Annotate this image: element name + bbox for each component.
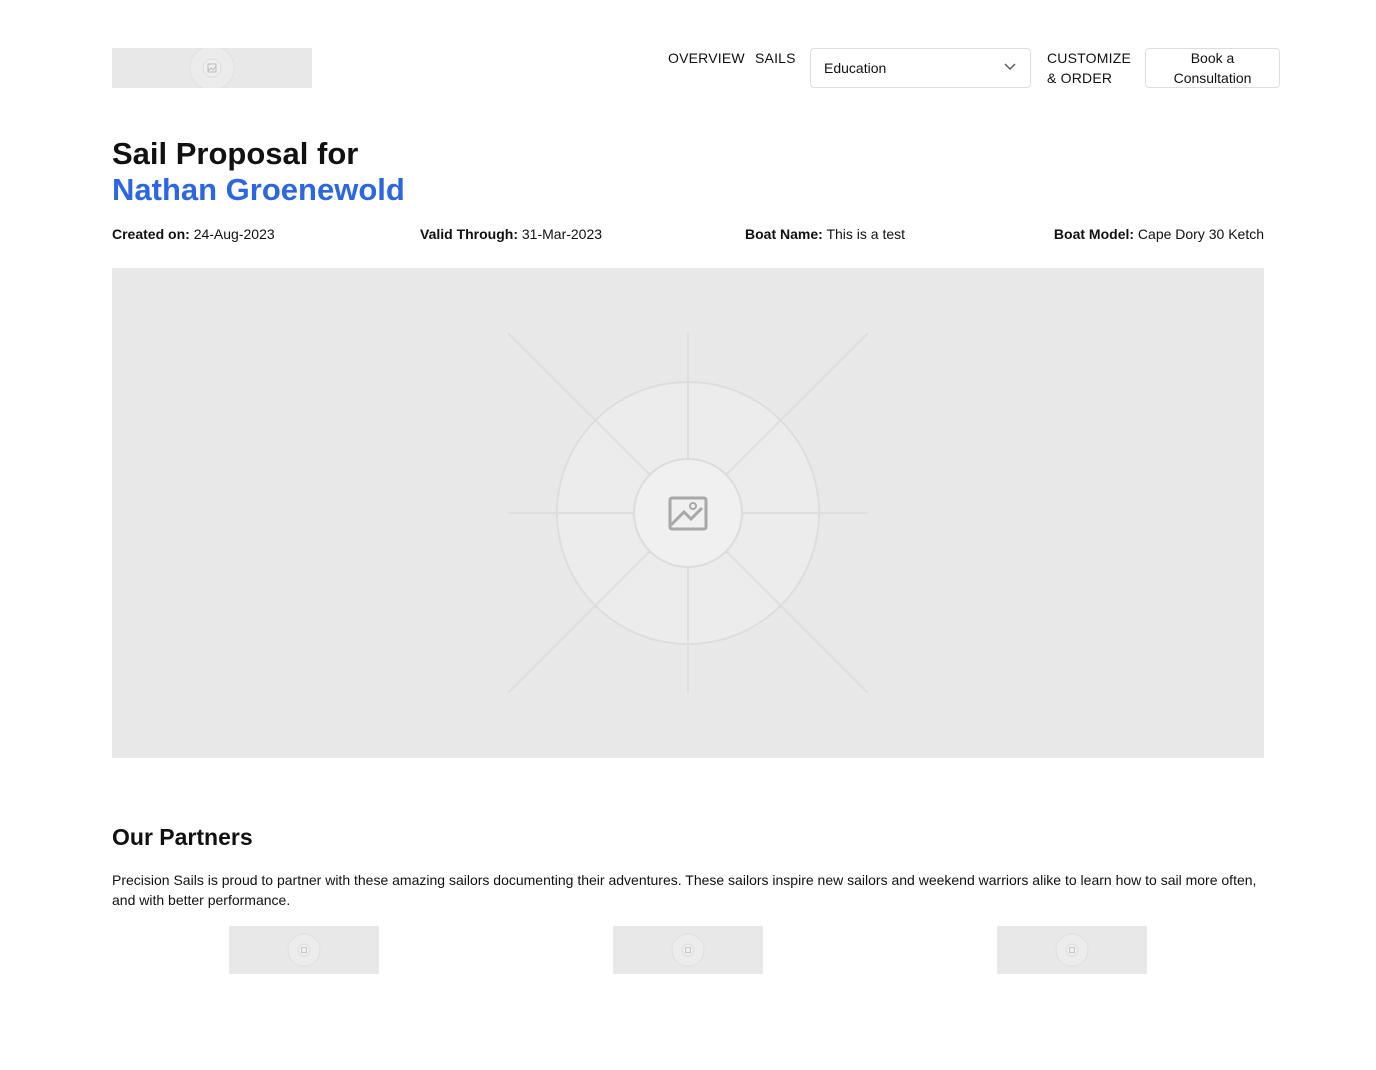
partner-logo[interactable] — [229, 926, 379, 974]
meta-boat-name-label: Boat Name: — [745, 226, 823, 242]
meta-boat-name-value: This is a test — [826, 226, 906, 242]
partner-logo[interactable] — [997, 926, 1147, 974]
image-placeholder-icon — [671, 933, 705, 967]
consult-button-line1: Book a — [1190, 50, 1235, 66]
image-placeholder-icon — [1055, 933, 1089, 967]
chevron-down-icon — [1004, 63, 1016, 70]
nav-overview-link[interactable]: OVERVIEW — [668, 48, 745, 68]
meta-valid-value: 31-Mar-2023 — [521, 226, 603, 242]
image-placeholder-icon — [287, 933, 321, 967]
consult-button-line2: Consultation — [1173, 70, 1252, 86]
meta-created-label: Created on: — [112, 226, 190, 242]
meta-boat-name: Boat Name: This is a test — [745, 224, 905, 244]
nav-sails-link[interactable]: SAILS — [755, 48, 796, 68]
nav-customize-line1: CUSTOMIZE — [1047, 50, 1131, 66]
page-title: Sail Proposal for — [112, 136, 359, 171]
nav-customize-line2: & ORDER — [1047, 70, 1113, 86]
image-placeholder-icon — [189, 48, 235, 88]
nav-customize-order-link[interactable]: CUSTOMIZE & ORDER — [1047, 48, 1139, 88]
meta-valid-label: Valid Through: — [420, 226, 518, 242]
image-placeholder-icon — [507, 332, 869, 694]
book-consultation-button[interactable]: Book a Consultation — [1145, 48, 1280, 88]
hero-image — [112, 268, 1264, 758]
partners-heading: Our Partners — [112, 824, 253, 850]
customer-name: Nathan Groenewold — [112, 172, 405, 207]
site-logo[interactable] — [112, 48, 312, 88]
meta-boat-model-label: Boat Model: — [1053, 226, 1135, 242]
meta-valid-through: Valid Through: 31-Mar-2023 — [420, 224, 602, 244]
education-select[interactable]: Education — [810, 48, 1031, 88]
meta-created-value: 24-Aug-2023 — [193, 226, 275, 242]
partners-description: Precision Sails is proud to partner with… — [112, 872, 1257, 908]
partner-logo[interactable] — [613, 926, 763, 974]
meta-boat-model-value: Cape Dory 30 Ketch — [1137, 226, 1264, 242]
meta-boat-model: Boat Model: Cape Dory 30 Ketch — [1054, 224, 1264, 244]
education-select-value: Education — [824, 60, 887, 76]
meta-created: Created on: 24-Aug-2023 — [112, 224, 275, 244]
